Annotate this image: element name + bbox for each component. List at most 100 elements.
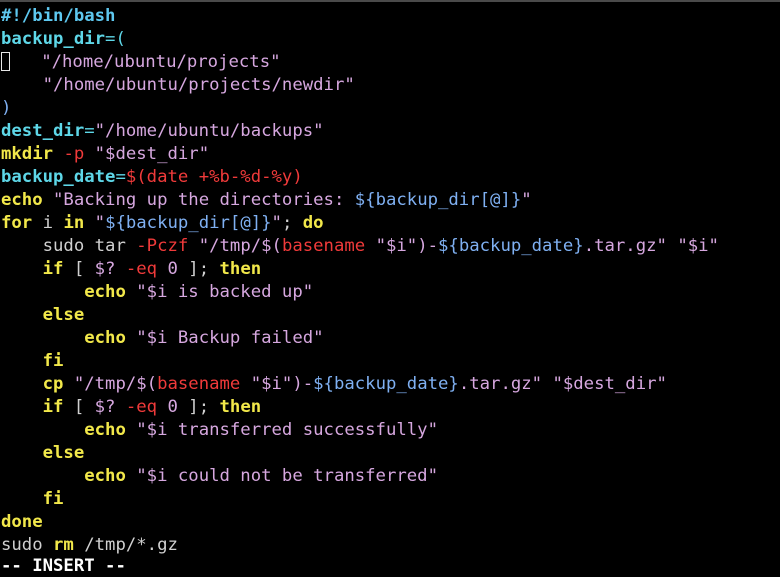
code-line[interactable]: echo "$i could not be transferred": [1, 465, 438, 488]
code-token: dest_dir: [1, 121, 85, 141]
code-line[interactable]: sudo tar -Pczf "/tmp/$(basename "$i")-${…: [1, 235, 719, 258]
code-line[interactable]: #!/bin/bash: [1, 5, 115, 28]
code-token: "$i could not be transferred": [136, 466, 438, 486]
code-line[interactable]: echo "$i transferred successfully": [1, 419, 438, 442]
code-line[interactable]: done: [1, 511, 43, 534]
code-token: $?: [94, 397, 116, 417]
code-token: echo: [84, 420, 126, 440]
code-token: .tar.gz": [458, 374, 543, 394]
code-token: basename: [281, 236, 366, 256]
code-token: echo: [1, 190, 43, 210]
code-token: ];: [177, 259, 220, 279]
code-token: in: [63, 213, 85, 233]
code-token: date +%b-%d-%y: [146, 167, 293, 187]
code-token: ${backup_date}: [313, 374, 459, 394]
code-token: "Backing up the directories:: [53, 190, 355, 210]
code-token: basename: [157, 374, 241, 394]
code-line[interactable]: echo "$i is backed up": [1, 281, 313, 304]
code-token: "$dest_dir": [94, 144, 210, 164]
code-token: "$dest_dir": [552, 374, 667, 394]
code-line[interactable]: echo "$i Backup failed": [1, 327, 323, 350]
code-token: then: [219, 259, 262, 279]
code-token: -eq: [125, 259, 158, 279]
code-line[interactable]: backup_dir=(: [1, 28, 126, 51]
code-token: i: [32, 213, 64, 233]
code-token: "$i is backed up": [136, 282, 314, 302]
code-line[interactable]: dest_dir="/home/ubuntu/backups": [1, 120, 324, 143]
code-line[interactable]: sudo rm /tmp/*.gz: [1, 534, 178, 557]
code-token: "$i": [677, 236, 719, 256]
code-token: ${backup_dir[@]}: [105, 213, 272, 233]
code-token: if: [42, 397, 64, 417]
code-token: [: [63, 397, 95, 417]
code-line[interactable]: backup_date=$(date +%b-%d-%y): [1, 166, 303, 189]
code-token: ];: [177, 397, 220, 417]
code-token: ): [1, 98, 12, 118]
code-line[interactable]: else: [1, 442, 85, 465]
code-token: $?: [94, 259, 116, 279]
code-token: "$i": [375, 236, 418, 256]
code-token: ${backup_dir[@]}: [354, 190, 522, 210]
code-token: )-: [292, 374, 314, 394]
code-line[interactable]: ): [1, 97, 11, 120]
code-token: ": [271, 213, 282, 233]
code-token: "$i transferred successfully": [136, 420, 438, 440]
code-token: echo: [84, 466, 126, 486]
code-line[interactable]: if [ $? -eq 0 ]; then: [1, 396, 262, 419]
code-line[interactable]: cp "/tmp/$(basename "$i")-${backup_date}…: [1, 373, 667, 396]
code-token: "/home/ubuntu/projects": [41, 52, 281, 72]
code-line[interactable]: "/home/ubuntu/projects": [1, 51, 281, 74]
code-line[interactable]: fi: [1, 350, 64, 373]
code-token: echo: [84, 282, 126, 302]
code-line[interactable]: for i in "${backup_dir[@]}"; do: [1, 212, 324, 235]
code-token: .tar.gz": [583, 236, 667, 256]
code-token: "$i": [250, 374, 293, 394]
code-token: backup_date: [1, 167, 116, 187]
code-token: cp: [42, 374, 64, 394]
code-token: [: [63, 259, 95, 279]
code-token: ): [292, 167, 303, 187]
code-token: -p: [63, 144, 85, 164]
code-token: =: [115, 167, 126, 187]
code-line[interactable]: fi: [1, 488, 64, 511]
code-line[interactable]: mkdir -p "$dest_dir": [1, 143, 209, 166]
code-token: echo: [84, 328, 126, 348]
code-token: ;: [281, 213, 303, 233]
vim-mode-indicator: -- INSERT --: [1, 556, 126, 576]
code-token: ": [94, 213, 106, 233]
code-token: else: [42, 443, 85, 463]
code-token: fi: [42, 351, 64, 371]
code-line[interactable]: if [ $? -eq 0 ]; then: [1, 258, 262, 281]
code-line[interactable]: else: [1, 304, 85, 327]
code-token: then: [219, 397, 262, 417]
code-token: done: [1, 512, 43, 532]
code-line[interactable]: echo "Backing up the directories: ${back…: [1, 189, 532, 212]
terminal-window[interactable]: #!/bin/bash backup_dir=( "/home/ubuntu/pr…: [0, 0, 780, 577]
code-line[interactable]: "/home/ubuntu/projects/newdir": [1, 74, 355, 97]
